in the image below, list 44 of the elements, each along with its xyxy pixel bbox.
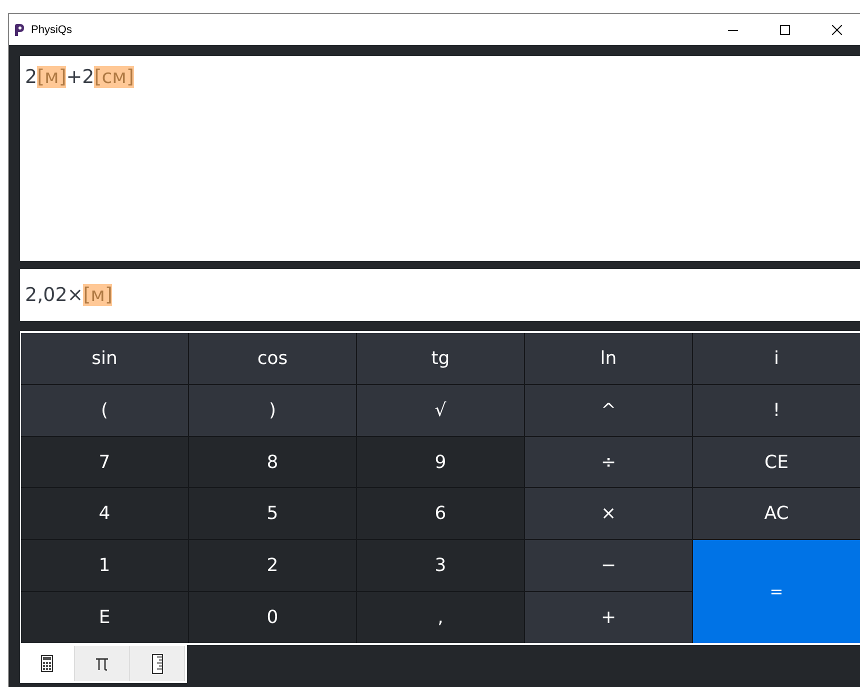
digit-key[interactable]: 1	[21, 540, 188, 592]
function-key[interactable]: ^	[525, 384, 692, 436]
function-key[interactable]: ÷	[525, 436, 692, 488]
mode-tab[interactable]	[130, 646, 185, 681]
digit-key[interactable]: 6	[357, 488, 524, 540]
function-key[interactable]: sin	[21, 333, 188, 384]
expression-field[interactable]: 2[м]+2[см]	[20, 56, 860, 261]
digit-key[interactable]: 0	[189, 592, 356, 643]
digit-key[interactable]: 7	[21, 436, 188, 488]
unit-token: [см]	[94, 66, 134, 88]
equals-key[interactable]: =	[693, 540, 860, 643]
pi-icon	[95, 656, 109, 670]
ruler-icon	[152, 654, 162, 674]
close-icon	[832, 24, 842, 34]
function-key[interactable]: −	[525, 540, 692, 592]
digit-key[interactable]: 3	[357, 540, 524, 592]
function-key[interactable]: AC	[693, 488, 860, 540]
digit-key[interactable]: ,	[357, 592, 524, 643]
number-token: 2,02×	[25, 284, 84, 306]
digit-key[interactable]: E	[21, 592, 188, 643]
maximize-icon	[780, 24, 790, 34]
function-key[interactable]: i	[693, 333, 860, 384]
function-key[interactable]: )	[189, 384, 356, 436]
digit-key[interactable]: 8	[189, 436, 356, 488]
function-key[interactable]: cos	[189, 333, 356, 384]
digit-key[interactable]: 4	[21, 488, 188, 540]
function-key[interactable]: (	[21, 384, 188, 436]
window-title: PhysiQs	[31, 24, 73, 36]
app-logo-icon	[14, 24, 25, 36]
digit-key[interactable]: 2	[189, 540, 356, 592]
digit-key[interactable]: 9	[357, 436, 524, 488]
calculator-icon	[41, 655, 53, 672]
function-key[interactable]: tg	[357, 333, 524, 384]
function-key[interactable]: ×	[525, 488, 692, 540]
unit-token: [м]	[37, 66, 66, 88]
digit-key[interactable]: 5	[189, 488, 356, 540]
number-token: 2	[25, 66, 38, 88]
function-key[interactable]: !	[693, 384, 860, 436]
function-key[interactable]: ln	[525, 333, 692, 384]
number-token: +2	[66, 66, 94, 88]
function-key[interactable]: +	[525, 592, 692, 643]
unit-token: [м]	[83, 284, 112, 306]
function-key[interactable]: CE	[693, 436, 860, 488]
function-key[interactable]: √	[357, 384, 524, 436]
